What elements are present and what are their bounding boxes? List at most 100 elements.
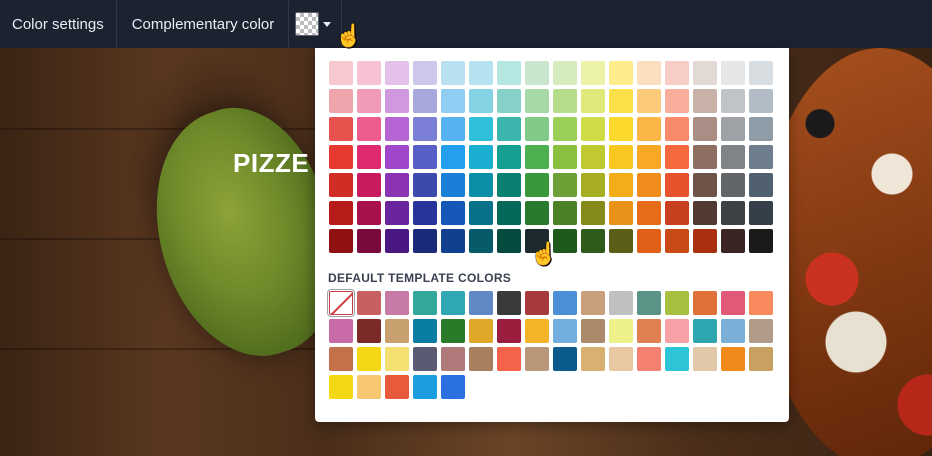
color-swatch[interactable] [329,173,353,197]
color-swatch[interactable] [721,173,745,197]
color-swatch[interactable] [581,291,605,315]
color-swatch[interactable] [553,117,577,141]
color-swatch[interactable] [469,145,493,169]
color-swatch[interactable] [413,173,437,197]
color-swatch[interactable] [665,145,689,169]
color-swatch[interactable] [637,145,661,169]
color-swatch[interactable] [693,319,717,343]
color-swatch[interactable] [609,89,633,113]
color-swatch[interactable] [749,61,773,85]
color-swatch[interactable] [553,319,577,343]
color-swatch[interactable] [385,375,409,399]
color-swatch[interactable] [525,319,549,343]
color-swatch[interactable] [329,117,353,141]
color-swatch[interactable] [413,375,437,399]
color-swatch[interactable] [329,319,353,343]
color-swatch[interactable] [357,173,381,197]
color-swatch[interactable] [469,229,493,253]
color-swatch[interactable] [665,117,689,141]
color-swatch[interactable] [749,173,773,197]
color-swatch[interactable] [357,319,381,343]
color-settings-button[interactable]: Color settings [0,0,117,48]
color-swatch[interactable] [637,201,661,225]
color-swatch[interactable] [329,347,353,371]
color-swatch[interactable] [721,61,745,85]
color-swatch[interactable] [525,173,549,197]
color-swatch[interactable] [609,117,633,141]
color-swatch[interactable] [357,229,381,253]
color-swatch[interactable] [749,145,773,169]
color-swatch[interactable] [721,89,745,113]
color-swatch[interactable] [581,89,605,113]
color-swatch[interactable] [609,173,633,197]
color-swatch[interactable] [581,229,605,253]
color-swatch[interactable] [721,229,745,253]
color-swatch[interactable] [553,145,577,169]
color-swatch[interactable] [693,173,717,197]
color-swatch[interactable] [525,117,549,141]
color-swatch[interactable] [581,201,605,225]
color-swatch[interactable] [525,89,549,113]
color-swatch[interactable] [357,145,381,169]
color-swatch[interactable] [497,229,521,253]
color-swatch[interactable] [357,291,381,315]
color-swatch[interactable] [469,173,493,197]
color-swatch[interactable] [469,61,493,85]
color-swatch[interactable] [329,89,353,113]
color-swatch[interactable] [637,89,661,113]
color-swatch[interactable] [553,201,577,225]
color-swatch[interactable] [385,319,409,343]
color-swatch[interactable] [329,61,353,85]
color-swatch[interactable] [413,347,437,371]
color-swatch[interactable] [441,117,465,141]
color-swatch[interactable] [665,173,689,197]
color-swatch[interactable] [413,291,437,315]
color-swatch[interactable] [609,201,633,225]
color-swatch[interactable] [553,347,577,371]
color-swatch[interactable] [665,319,689,343]
color-swatch[interactable] [525,61,549,85]
color-swatch[interactable] [385,201,409,225]
color-swatch[interactable] [637,291,661,315]
color-swatch[interactable] [749,291,773,315]
color-swatch[interactable] [525,201,549,225]
color-swatch[interactable] [385,229,409,253]
color-swatch[interactable] [385,173,409,197]
color-swatch[interactable] [497,173,521,197]
color-swatch[interactable] [693,89,717,113]
color-swatch[interactable] [525,291,549,315]
color-swatch[interactable] [497,319,521,343]
color-swatch[interactable] [497,145,521,169]
color-swatch[interactable] [357,201,381,225]
color-swatch[interactable] [469,201,493,225]
color-swatch[interactable] [357,375,381,399]
color-swatch[interactable] [329,145,353,169]
color-swatch[interactable] [497,117,521,141]
color-swatch[interactable] [441,229,465,253]
color-swatch[interactable] [721,201,745,225]
color-swatch[interactable] [693,117,717,141]
color-swatch[interactable] [497,291,521,315]
color-swatch[interactable] [385,291,409,315]
color-swatch[interactable] [665,89,689,113]
color-swatch[interactable] [609,229,633,253]
color-swatch[interactable] [553,61,577,85]
color-swatch[interactable] [385,61,409,85]
color-swatch[interactable] [357,89,381,113]
color-swatch[interactable] [581,173,605,197]
color-swatch[interactable] [413,319,437,343]
color-swatch[interactable] [637,117,661,141]
color-swatch[interactable] [553,89,577,113]
color-swatch[interactable] [469,117,493,141]
color-swatch[interactable] [497,201,521,225]
color-swatch[interactable] [693,229,717,253]
color-swatch[interactable] [413,201,437,225]
color-swatch[interactable] [637,61,661,85]
color-swatch[interactable] [609,319,633,343]
color-swatch[interactable] [749,201,773,225]
color-swatch[interactable] [609,145,633,169]
color-swatch[interactable] [721,117,745,141]
color-swatch[interactable] [441,347,465,371]
color-swatch[interactable] [721,319,745,343]
color-swatch[interactable] [385,145,409,169]
